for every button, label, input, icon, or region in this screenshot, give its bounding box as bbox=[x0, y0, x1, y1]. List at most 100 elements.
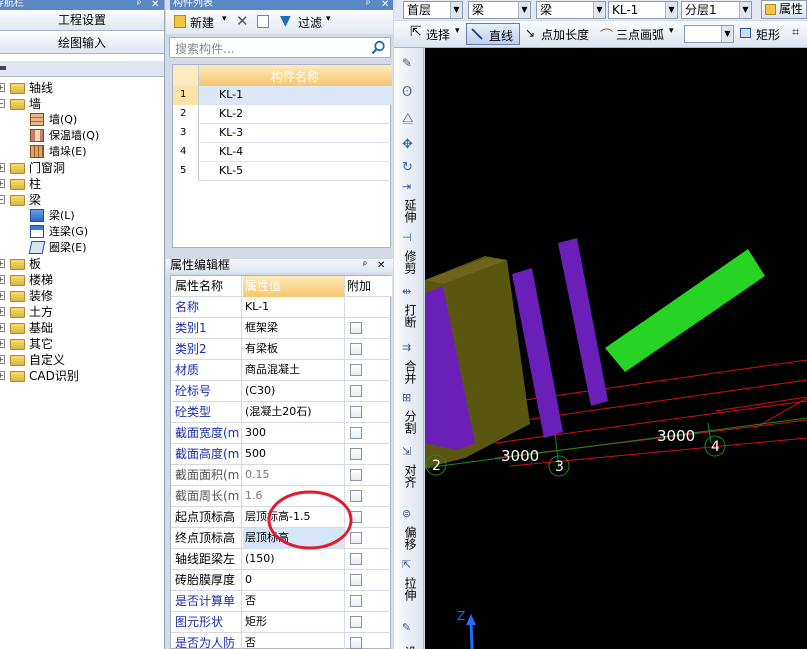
chevron-down-icon[interactable]: ▾ bbox=[669, 26, 674, 36]
tree-item[interactable]: + 基础 bbox=[0, 320, 164, 336]
property-value[interactable]: 框架梁 bbox=[243, 318, 345, 339]
property-row[interactable]: 是否计算单否 bbox=[171, 591, 392, 612]
tree-item[interactable]: + 门窗洞 bbox=[0, 160, 164, 176]
edit-tool-label[interactable]: 修剪 bbox=[402, 248, 417, 276]
property-value[interactable]: 矩形 bbox=[243, 612, 345, 633]
pen-icon[interactable]: ✎ bbox=[402, 56, 416, 70]
expand-icon[interactable]: + bbox=[0, 355, 5, 364]
expand-icon[interactable]: + bbox=[0, 291, 5, 300]
tree-subitem[interactable]: 梁(L) bbox=[0, 208, 164, 224]
table-row[interactable]: 1 KL-1 bbox=[173, 86, 392, 105]
property-row[interactable]: 是否为人防否 bbox=[171, 633, 392, 649]
floor-select[interactable]: 首层 ▼ bbox=[403, 1, 463, 19]
move-icon[interactable]: ✥ bbox=[402, 137, 416, 152]
property-value[interactable]: (C30) bbox=[243, 381, 345, 402]
property-row[interactable]: 截面高度(m 500 bbox=[171, 444, 392, 465]
offset-icon[interactable]: ⊜ bbox=[402, 507, 416, 520]
tree-item[interactable]: + 其它 bbox=[0, 336, 164, 352]
properties-button[interactable]: 属性 bbox=[761, 0, 807, 19]
copy-icon[interactable]: ʘ bbox=[402, 85, 416, 100]
extra-checkbox[interactable] bbox=[350, 616, 362, 628]
tree-item[interactable]: + 自定义 bbox=[0, 352, 164, 368]
expand-icon[interactable]: + bbox=[0, 307, 5, 316]
expand-icon[interactable]: + bbox=[0, 83, 5, 92]
merge-icon[interactable]: ⇉ bbox=[402, 341, 416, 354]
tree-item[interactable]: − 墙 bbox=[0, 96, 164, 112]
project-settings-button[interactable]: 工程设置 bbox=[0, 10, 164, 31]
tree-item[interactable]: + 柱 bbox=[0, 176, 164, 192]
trim-icon[interactable]: ⊣ bbox=[402, 231, 416, 244]
property-value[interactable]: 300 bbox=[243, 423, 345, 444]
pin-icon[interactable]: ᵖ bbox=[366, 0, 370, 10]
collapse-icon[interactable]: − bbox=[0, 195, 5, 204]
tree-subitem[interactable]: 保温墙(Q) bbox=[0, 128, 164, 144]
property-row[interactable]: 材质 商品混凝土 bbox=[171, 360, 392, 381]
tree-item[interactable]: + 装修 bbox=[0, 288, 164, 304]
tree-subitem[interactable]: 连梁(G) bbox=[0, 224, 164, 240]
minus-icon[interactable] bbox=[0, 66, 6, 70]
table-row[interactable]: 5 KL-5 bbox=[173, 162, 392, 181]
property-value[interactable]: 否 bbox=[243, 633, 345, 649]
tree-item[interactable]: + 轴线 bbox=[0, 80, 164, 96]
line-button[interactable]: 直线 bbox=[466, 23, 520, 45]
edit-tool-label[interactable]: 分割 bbox=[402, 408, 417, 436]
3d-viewport[interactable]: 2 3 4 3000 3000 Z bbox=[425, 48, 807, 649]
property-row[interactable]: 截面宽度(m 300 bbox=[171, 423, 392, 444]
three-point-arc-button[interactable]: 三点画弧 bbox=[616, 26, 664, 43]
extra-checkbox[interactable] bbox=[350, 364, 362, 376]
settings-icon[interactable]: ✎ bbox=[402, 621, 416, 634]
tree-subitem[interactable]: 墙(Q) bbox=[0, 112, 164, 128]
split-icon[interactable]: ⊞ bbox=[402, 391, 416, 404]
edit-tool-label[interactable]: 偏移 bbox=[402, 524, 417, 552]
extend-icon[interactable]: ⇥ bbox=[402, 180, 416, 193]
close-icon[interactable]: ✕ bbox=[381, 0, 389, 10]
property-value[interactable]: 否 bbox=[243, 591, 345, 612]
property-value[interactable]: 0.15 bbox=[243, 465, 345, 486]
extra-checkbox[interactable] bbox=[350, 637, 362, 649]
search-icon[interactable] bbox=[371, 40, 386, 55]
expand-icon[interactable]: + bbox=[0, 163, 5, 172]
pin-icon[interactable]: ᵖ bbox=[363, 261, 367, 271]
collapse-icon[interactable]: − bbox=[0, 99, 5, 108]
expand-icon[interactable]: + bbox=[0, 275, 5, 284]
extra-checkbox[interactable] bbox=[350, 343, 362, 355]
pin-button[interactable]: ᵖ bbox=[137, 0, 141, 10]
extra-checkbox[interactable] bbox=[350, 385, 362, 397]
edit-tool-label[interactable]: 拉伸 bbox=[402, 575, 417, 603]
edit-tool-label[interactable]: 设 bbox=[402, 638, 417, 649]
extra-checkbox[interactable] bbox=[350, 427, 362, 439]
expand-icon[interactable]: + bbox=[0, 339, 5, 348]
delete-icon[interactable]: ✕ bbox=[236, 12, 249, 30]
align-icon[interactable]: ⇲ bbox=[402, 445, 416, 458]
drawing-input-button[interactable]: 绘图输入 bbox=[0, 33, 164, 54]
property-row[interactable]: 砖胎膜厚度 0 bbox=[171, 570, 392, 591]
arc-option-select[interactable]: ▼ bbox=[684, 25, 734, 43]
break-icon[interactable]: ⇹ bbox=[402, 285, 416, 298]
type1-select[interactable]: 梁 ▼ bbox=[468, 1, 531, 19]
expand-icon[interactable]: + bbox=[0, 179, 5, 188]
extra-checkbox[interactable] bbox=[350, 553, 362, 565]
rotate-icon[interactable]: ↻ bbox=[402, 160, 416, 175]
component-select[interactable]: KL-1 ▼ bbox=[608, 1, 678, 19]
layer-select[interactable]: 分层1 ▼ bbox=[681, 1, 752, 19]
property-value[interactable]: (混凝土20石) bbox=[243, 402, 345, 423]
tree-item[interactable]: + 楼梯 bbox=[0, 272, 164, 288]
more-icon[interactable]: ⌗ bbox=[792, 25, 799, 40]
extra-checkbox[interactable] bbox=[350, 322, 362, 334]
property-value[interactable]: 500 bbox=[243, 444, 345, 465]
close-icon[interactable]: ✕ bbox=[377, 261, 385, 271]
tree-item[interactable]: + CAD识别 bbox=[0, 368, 164, 384]
edit-tool-label[interactable]: 延伸 bbox=[402, 197, 417, 225]
edit-tool-label[interactable]: 对齐 bbox=[402, 462, 417, 490]
property-row[interactable]: 类别1 框架梁 bbox=[171, 318, 392, 339]
tree-subitem[interactable]: 墙垛(E) bbox=[0, 144, 164, 160]
expand-icon[interactable]: + bbox=[0, 371, 5, 380]
close-button[interactable]: ✕ bbox=[151, 0, 159, 10]
table-row[interactable]: 3 KL-3 bbox=[173, 124, 392, 143]
stretch-icon[interactable]: ⇱ bbox=[402, 558, 416, 571]
tree-subitem[interactable]: 圈梁(E) bbox=[0, 240, 164, 256]
property-value[interactable]: KL-1 bbox=[243, 297, 345, 318]
tree-item[interactable]: + 土方 bbox=[0, 304, 164, 320]
chevron-down-icon[interactable]: ▾ bbox=[455, 26, 460, 36]
property-value[interactable]: (150) bbox=[243, 549, 345, 570]
